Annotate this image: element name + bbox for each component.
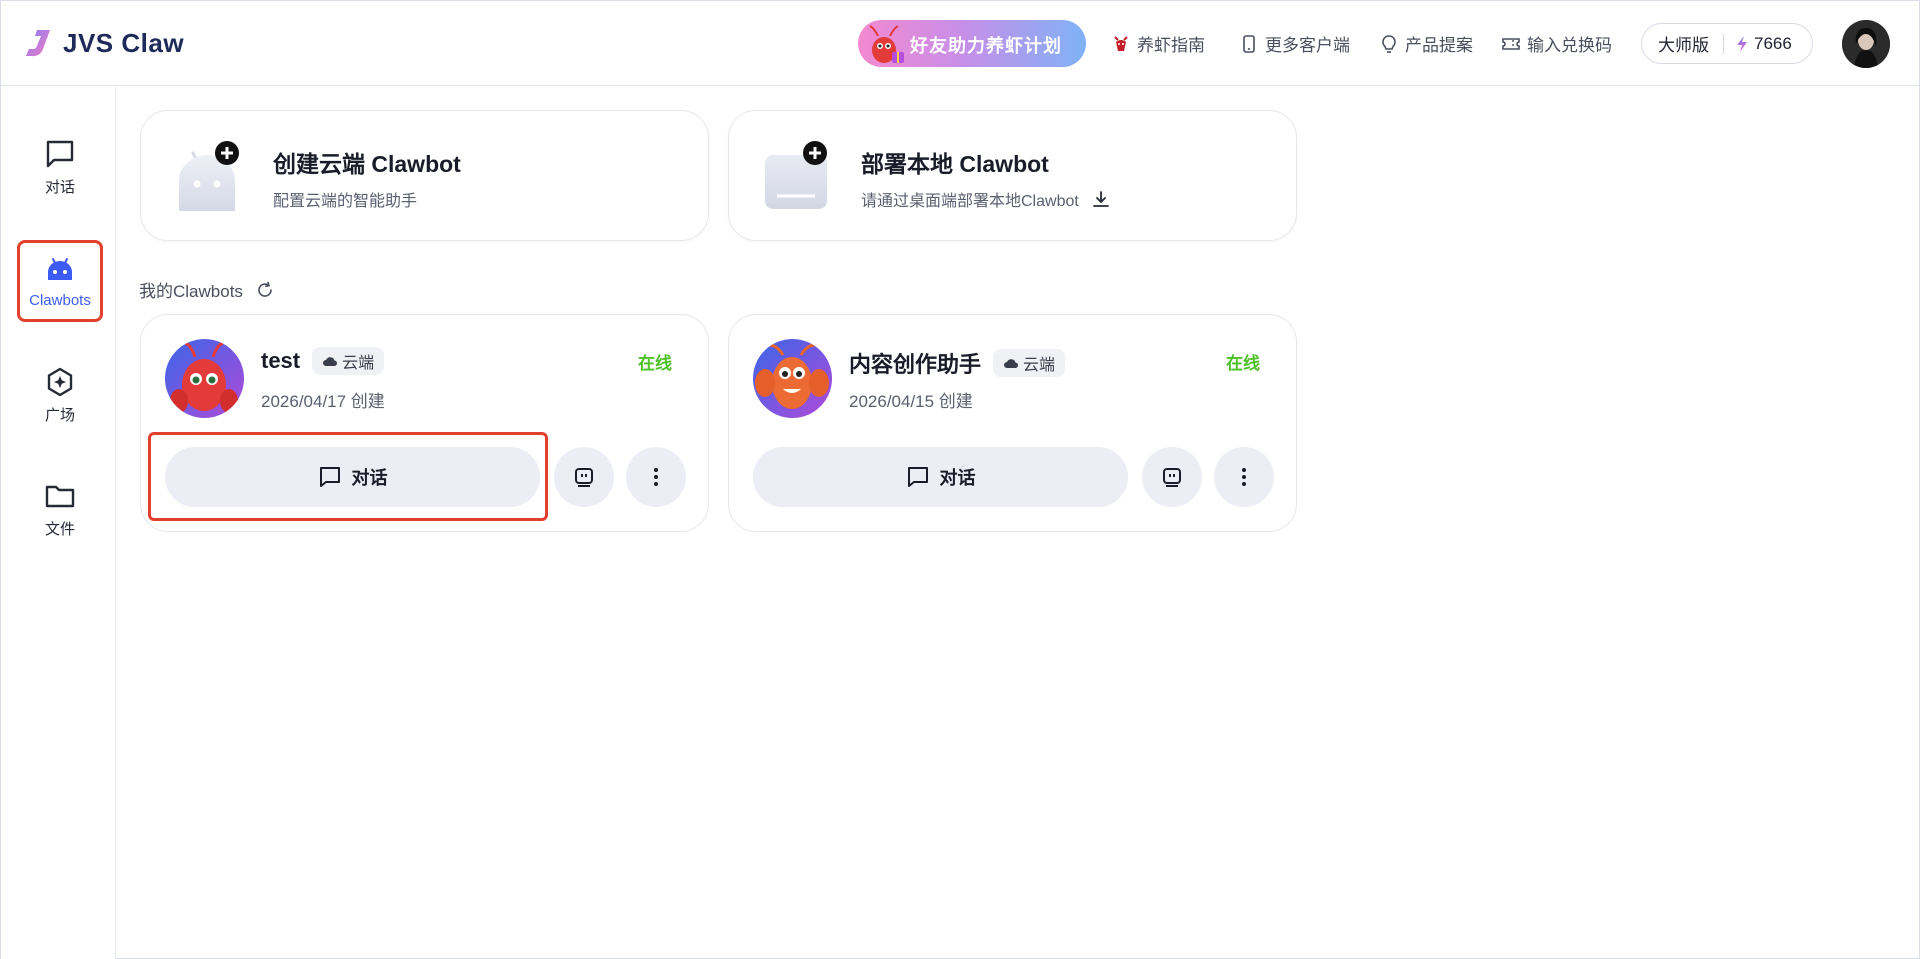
cloud-badge-label: 云端 [342,355,375,372]
promo-banner[interactable]: 好友助力养虾计划 [858,20,1086,67]
bot-avatar[interactable] [753,339,832,418]
bot-name: 内容创作助手 云端 [849,347,1066,379]
chat-button-label: 对话 [351,468,388,488]
user-avatar-image [1842,20,1890,68]
bot-card-test: test 云端 2026/04/17 创建 在线 对话 [140,314,709,532]
credits-value: 7666 [1754,33,1792,53]
logo-icon [26,30,50,57]
top-header: JVS Claw 好友助力养虾计划 养虾指南 更多客户端 产品提案 输入兑换码 … [1,1,1919,86]
nav-label: 更多客户端 [1265,36,1350,55]
app-name: JVS Claw [63,27,185,58]
deploy-local-clawbot-card[interactable]: 部署本地 Clawbot 请通过桌面端部署本地Clawbot [728,110,1297,241]
chat-icon [319,467,340,487]
plan-label: 大师版 [1658,36,1709,55]
nav-proposal[interactable]: 产品提案 [1379,31,1473,56]
sidebar-item-clawbots[interactable]: Clawbots [17,240,103,322]
sidebar-item-label: 对话 [44,178,75,196]
create-card-title: 创建云端 Clawbot [273,151,461,177]
bot-screen-icon [1163,468,1181,487]
bot-name-text: 内容创作助手 [849,352,982,377]
bot-avatar[interactable] [165,339,244,418]
section-title-text: 我的Clawbots [139,282,243,301]
plan-divider [1723,33,1724,54]
promo-label: 好友助力养虾计划 [910,36,1062,56]
cloud-badge: 云端 [993,349,1066,377]
chat-button-label: 对话 [939,468,976,488]
bot-created-date: 2026/04/17 创建 [261,392,385,411]
bot-screen-icon [575,468,593,487]
cloud-badge: 云端 [312,347,385,375]
lobster-avatar-icon [753,339,832,418]
shrimp-icon [1114,35,1128,51]
bot-name-text: test [261,348,301,373]
cloud-badge-label: 云端 [1023,357,1056,374]
nav-label: 产品提案 [1405,36,1473,55]
create-cloud-clawbot-card[interactable]: 创建云端 Clawbot 配置云端的智能助手 [140,110,709,241]
sidebar-item-plaza[interactable]: 广场 [17,354,103,436]
desktop-add-icon [765,141,827,209]
chat-button[interactable]: 对话 [165,447,540,507]
chat-icon [46,140,74,167]
bot-status: 在线 [1226,354,1260,373]
lobster-mascot-icon [869,25,904,63]
chat-icon [907,467,928,487]
bot-name: test 云端 [261,347,385,375]
cloud-bot-add-icon [179,141,239,211]
bot-console-button[interactable] [554,447,614,507]
create-card-subtitle: 请通过桌面端部署本地Clawbot [861,187,1111,211]
folder-icon [45,485,75,507]
sidebar-item-label: Clawbots [29,291,91,309]
create-card-subtitle: 配置云端的智能助手 [273,187,417,211]
bot-card-content-creator: 内容创作助手 云端 2026/04/15 创建 在线 对话 [728,314,1297,532]
chat-button[interactable]: 对话 [753,447,1128,507]
nav-redeem[interactable]: 输入兑换码 [1501,31,1612,56]
sidebar-item-label: 广场 [44,406,75,424]
cloud-icon [323,357,338,367]
create-card-title: 部署本地 Clawbot [861,151,1049,177]
bot-console-button[interactable] [1142,447,1202,507]
more-vertical-icon [1242,468,1246,486]
plaza-icon [47,367,73,396]
bot-status: 在线 [638,354,672,373]
user-avatar[interactable] [1842,20,1890,68]
bolt-icon [1737,35,1747,52]
ticket-icon [1502,37,1520,50]
left-sidebar: 对话 Clawbots 广场 文件 [1,87,116,959]
nav-clients[interactable]: 更多客户端 [1239,31,1350,56]
nav-guide[interactable]: 养虾指南 [1111,31,1205,56]
download-icon[interactable] [1091,189,1111,209]
nav-label: 养虾指南 [1137,36,1205,55]
more-options-button[interactable] [1214,447,1274,507]
more-options-button[interactable] [626,447,686,507]
my-clawbots-heading: 我的Clawbots [139,277,275,302]
bot-icon [48,257,72,280]
phone-icon [1243,34,1255,53]
cloud-icon [1004,359,1019,369]
sidebar-item-chat[interactable]: 对话 [17,126,103,208]
bot-created-date: 2026/04/15 创建 [849,392,973,411]
lobster-avatar-icon [165,339,244,418]
sidebar-item-files[interactable]: 文件 [17,468,103,550]
nav-label: 输入兑换码 [1527,36,1612,55]
create-card-subtitle-text: 配置云端的智能助手 [273,193,418,210]
sidebar-item-label: 文件 [44,520,75,538]
refresh-icon[interactable] [255,280,275,300]
lightbulb-icon [1382,34,1396,53]
create-card-subtitle-text: 请通过桌面端部署本地Clawbot [861,193,1079,210]
app-logo[interactable]: JVS Claw [23,27,184,59]
more-vertical-icon [654,468,658,486]
plan-credits-pill[interactable]: 大师版 7666 [1641,23,1813,64]
